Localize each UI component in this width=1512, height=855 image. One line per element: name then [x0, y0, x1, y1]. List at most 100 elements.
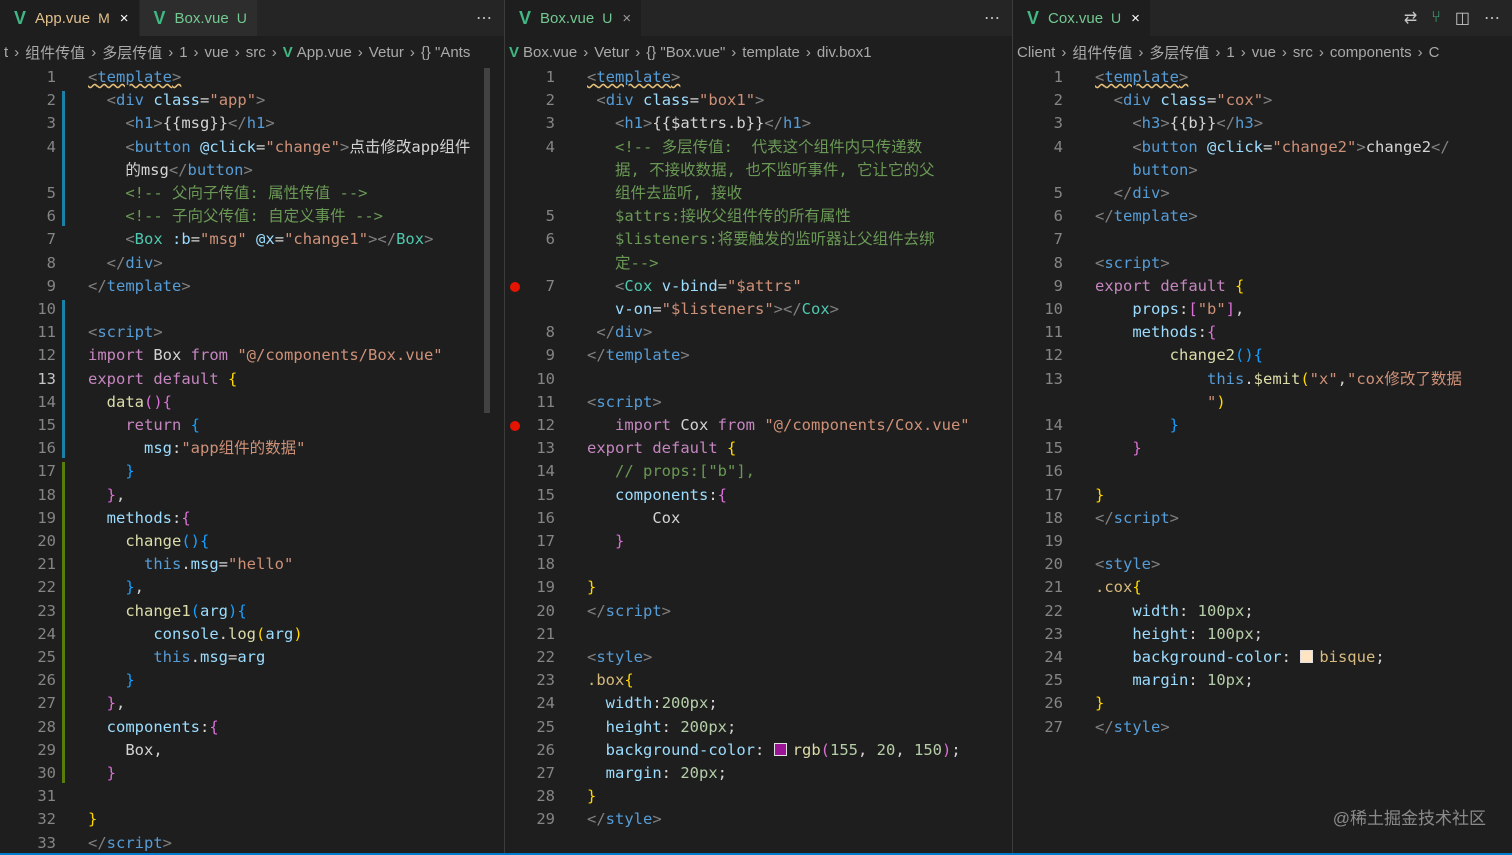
code-line[interactable]: width: 100px;	[1095, 600, 1253, 623]
code-line[interactable]: </div>	[88, 252, 163, 275]
code-line[interactable]: export default {	[1095, 275, 1244, 298]
code-line[interactable]: Cox	[587, 507, 680, 530]
breadcrumb-item[interactable]: template	[742, 44, 800, 61]
code-line[interactable]: this.msg="hello"	[88, 553, 293, 576]
breadcrumb-item[interactable]: div.box1	[817, 44, 872, 61]
code-line[interactable]: this.$emit("x","cox修改了数据	[1095, 368, 1462, 391]
code-line[interactable]: <!-- 父向子传值: 属性传值 -->	[88, 182, 367, 205]
color-swatch-icon[interactable]	[773, 742, 787, 756]
code-line[interactable]: </template>	[587, 344, 690, 367]
code-line[interactable]: change2(){	[1095, 344, 1263, 367]
code-line[interactable]: }	[88, 762, 116, 785]
tab-box-vue[interactable]: V Box.vue U ×	[505, 0, 643, 36]
tab-box-vue[interactable]: V Box.vue U	[139, 0, 258, 36]
code-line[interactable]: background-color: bisque;	[1095, 646, 1384, 669]
breadcrumb-item[interactable]: App.vue	[297, 44, 352, 61]
code-line[interactable]: }	[1095, 692, 1104, 715]
code-line[interactable]: <Cox v-bind="$attrs"	[587, 275, 802, 298]
code-line[interactable]: width:200px;	[587, 692, 718, 715]
code-line[interactable]: margin: 20px;	[587, 762, 727, 785]
breadcrumb-item[interactable]: t	[4, 44, 8, 61]
code-line[interactable]: }	[88, 808, 97, 831]
code-line[interactable]: <!-- 多层传值: 代表这个组件内只传递数	[587, 136, 922, 159]
code-line[interactable]: <template>	[88, 66, 181, 89]
scrollbar-thumb[interactable]	[484, 68, 490, 413]
git-change-marker[interactable]	[62, 300, 65, 459]
code-line[interactable]: <h3>{{b}}</h3>	[1095, 112, 1263, 135]
code-line[interactable]: methods:{	[1095, 321, 1216, 344]
code-line[interactable]: },	[88, 484, 126, 507]
code-line[interactable]: change1(arg){	[88, 600, 246, 623]
breadcrumb-item[interactable]: {} "Ants	[421, 44, 471, 61]
code-line[interactable]: <div class="box1">	[587, 89, 764, 112]
code-line[interactable]: .cox{	[1095, 576, 1142, 599]
code-line[interactable]: <Box :b="msg" @x="change1"></Box>	[88, 228, 433, 251]
color-swatch-icon[interactable]	[1300, 650, 1314, 663]
breadcrumb-item[interactable]: vue	[1252, 44, 1276, 61]
code-line[interactable]: msg:"app组件的数据"	[88, 437, 306, 460]
breadcrumb-item[interactable]: 1	[1226, 44, 1234, 61]
breadcrumb-item[interactable]: Box.vue	[523, 44, 577, 61]
code-line[interactable]: height: 100px;	[1095, 623, 1263, 646]
code-line[interactable]: <h1>{{msg}}</h1>	[88, 112, 274, 135]
git-change-marker[interactable]	[62, 91, 65, 227]
code-line[interactable]: <h1>{{$attrs.b}}</h1>	[587, 112, 811, 135]
code-line[interactable]: .box{	[587, 669, 634, 692]
code-line[interactable]: </template>	[1095, 205, 1198, 228]
code-line[interactable]: height: 200px;	[587, 716, 737, 739]
code-line[interactable]: <script>	[1095, 252, 1170, 275]
code-line[interactable]: margin: 10px;	[1095, 669, 1253, 692]
code-line[interactable]: }	[1095, 414, 1179, 437]
code-line[interactable]: // props:["b"],	[587, 460, 755, 483]
code-editor[interactable]: 1 <template> 2 <div class="app"> 3 <h1>{{ms…	[0, 66, 504, 853]
code-line[interactable]: }	[88, 669, 134, 692]
code-line[interactable]: 组件去监听, 接收	[587, 182, 742, 205]
breadcrumb-item[interactable]: Vetur	[594, 44, 629, 61]
more-actions-icon[interactable]: ⋯	[476, 8, 492, 28]
code-line[interactable]: <button @click="change2">change2</	[1095, 136, 1449, 159]
compare-changes-icon[interactable]: ⇄	[1404, 8, 1417, 28]
breadcrumb-item[interactable]: components	[1330, 44, 1412, 61]
split-editor-icon[interactable]: ◫	[1455, 8, 1470, 28]
tab-cox-vue[interactable]: V Cox.vue U ×	[1013, 0, 1151, 36]
code-line[interactable]: background-color: rgb(155, 20, 150);	[587, 739, 961, 762]
code-line[interactable]: </style>	[587, 808, 662, 831]
code-editor[interactable]: 1 <template> 2 <div class="box1"> 3 <h1>{{$…	[505, 66, 1012, 853]
breadcrumb-item[interactable]: C	[1429, 44, 1440, 61]
code-line[interactable]: }	[1095, 437, 1141, 460]
code-line[interactable]: </div>	[587, 321, 652, 344]
breadcrumb-item[interactable]: 组件传值	[1072, 42, 1132, 63]
more-actions-icon[interactable]: ⋯	[1484, 8, 1500, 28]
breadcrumb-item[interactable]: {} "Box.vue"	[646, 44, 725, 61]
breadcrumb-item[interactable]: Client	[1017, 44, 1055, 61]
code-line[interactable]: export default {	[587, 437, 736, 460]
tab-app-vue[interactable]: V App.vue M ×	[0, 0, 140, 36]
close-icon[interactable]: ×	[1131, 10, 1140, 27]
code-line[interactable]: console.log(arg)	[88, 623, 302, 646]
code-line[interactable]: <div class="cox">	[1095, 89, 1273, 112]
code-line[interactable]: }	[587, 576, 596, 599]
breadcrumb-item[interactable]: vue	[205, 44, 229, 61]
breadcrumb-item[interactable]: Vetur	[369, 44, 404, 61]
code-line[interactable]: change(){	[88, 530, 209, 553]
code-line[interactable]: <!-- 子向父传值: 自定义事件 -->	[88, 205, 383, 228]
code-line[interactable]: <style>	[1095, 553, 1160, 576]
vue-branch-icon[interactable]: ⑂	[1431, 9, 1441, 27]
breadcrumb-item[interactable]: 多层传值	[102, 42, 162, 63]
code-line[interactable]: <template>	[1095, 66, 1188, 89]
code-line[interactable]: <script>	[88, 321, 163, 344]
code-line[interactable]: 据, 不接收数据, 也不监听事件, 它让它的父	[587, 159, 935, 182]
close-icon[interactable]: ×	[622, 10, 631, 27]
code-line[interactable]: components:{	[88, 716, 219, 739]
code-line[interactable]: return {	[88, 414, 200, 437]
code-line[interactable]: button>	[1095, 159, 1197, 182]
code-line[interactable]: <button @click="change">点击修改app组件	[88, 136, 470, 159]
code-line[interactable]: </template>	[88, 275, 191, 298]
code-line[interactable]: $listeners:将要触发的监听器让父组件去绑	[587, 228, 935, 251]
code-line[interactable]: </script>	[1095, 507, 1179, 530]
code-line[interactable]: },	[88, 576, 144, 599]
close-icon[interactable]: ×	[120, 10, 129, 27]
code-line[interactable]: Box,	[88, 739, 162, 762]
code-line[interactable]: 的msg</button>	[88, 159, 253, 182]
breadcrumb-item[interactable]: 多层传值	[1149, 42, 1209, 63]
